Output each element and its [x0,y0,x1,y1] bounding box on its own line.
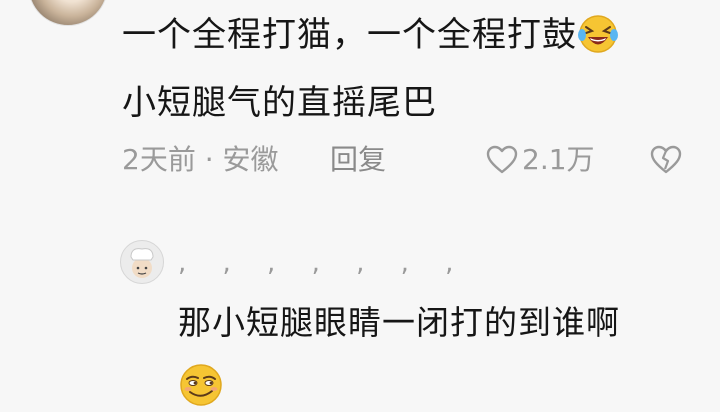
reply-avatar[interactable] [120,240,164,284]
comment-time-location: 2天前 · 安徽 [122,143,279,176]
dislike-button[interactable] [650,140,682,186]
comment-line1-text: 一个全程打猫，一个全程打鼓 [122,15,577,55]
chef-avatar-icon [130,248,154,278]
reply-username[interactable]: , , , , , , , [178,248,467,278]
commenter-avatar[interactable] [28,0,108,26]
laughing-tears-emoji-icon [577,12,619,54]
comment-text-line2: 小短腿气的直摇尾巴 [122,83,437,123]
reply-button[interactable]: 回复 [330,140,386,180]
comment-meta-row: 2天前 · 安徽 回复 2.1万 [122,140,692,180]
like-count: 2.1万 [522,143,595,176]
comment-text-line1: 一个全程打猫，一个全程打鼓 [122,12,619,58]
heart-outline-icon [486,145,518,174]
smirk-emoji-icon [178,362,224,408]
reply-text: 那小短腿眼睛一闭打的到谁啊 [178,303,620,342]
broken-heart-icon [650,145,682,174]
like-button[interactable]: 2.1万 [486,140,595,180]
